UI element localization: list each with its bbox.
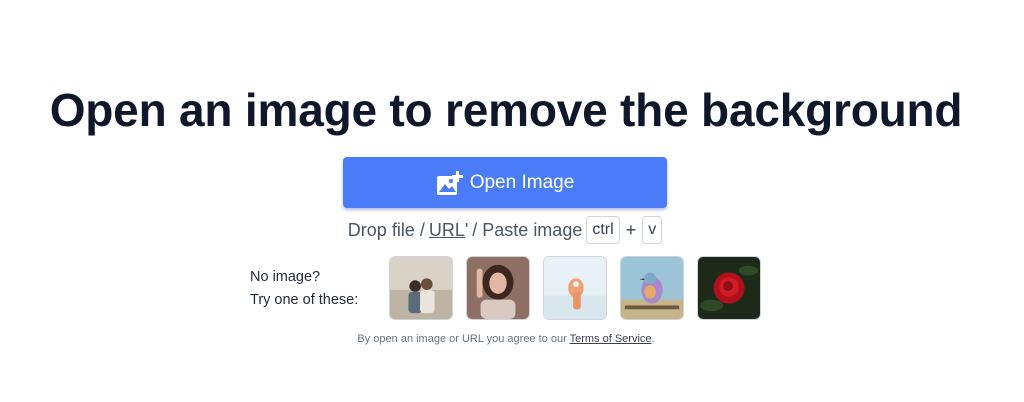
sample-image-woman[interactable]	[466, 256, 530, 320]
sample-image-hand[interactable]	[543, 256, 607, 320]
drop-file-text: Drop file /	[347, 219, 425, 240]
sample-image-couple[interactable]	[389, 256, 453, 320]
open-image-button[interactable]: Open Image	[343, 157, 667, 208]
open-image-label: Open Image	[469, 171, 575, 193]
terms-suffix: .	[651, 333, 655, 345]
terms-of-service-link[interactable]: Terms of Service	[570, 333, 652, 345]
url-link-wrap[interactable]: URL'	[429, 220, 468, 241]
page: Open an image to remove the background O…	[0, 0, 1024, 402]
drop-instructions: Drop file / URL' / Paste image ctrl + v	[0, 216, 1010, 244]
samples-label-line2: Try one of these:	[250, 292, 359, 308]
samples-label-line1: No image?	[250, 269, 321, 285]
v-key: v	[642, 216, 663, 244]
page-title: Open an image to remove the background	[49, 84, 963, 136]
samples-label: No image? Try one of these:	[250, 266, 358, 312]
terms-notice: By open an image or URL you agree to our…	[0, 333, 1012, 345]
ctrl-key: ctrl	[586, 216, 620, 244]
add-image-icon	[436, 170, 464, 196]
url-link-tick: '	[464, 219, 469, 240]
sample-image-rose[interactable]	[697, 256, 761, 320]
sample-image-bird[interactable]	[620, 256, 684, 320]
terms-text: By open an image or URL you agree to our	[357, 333, 567, 345]
plus-sign: +	[625, 219, 637, 240]
url-link[interactable]: URL	[429, 220, 465, 240]
paste-image-text: / Paste image	[472, 219, 583, 240]
